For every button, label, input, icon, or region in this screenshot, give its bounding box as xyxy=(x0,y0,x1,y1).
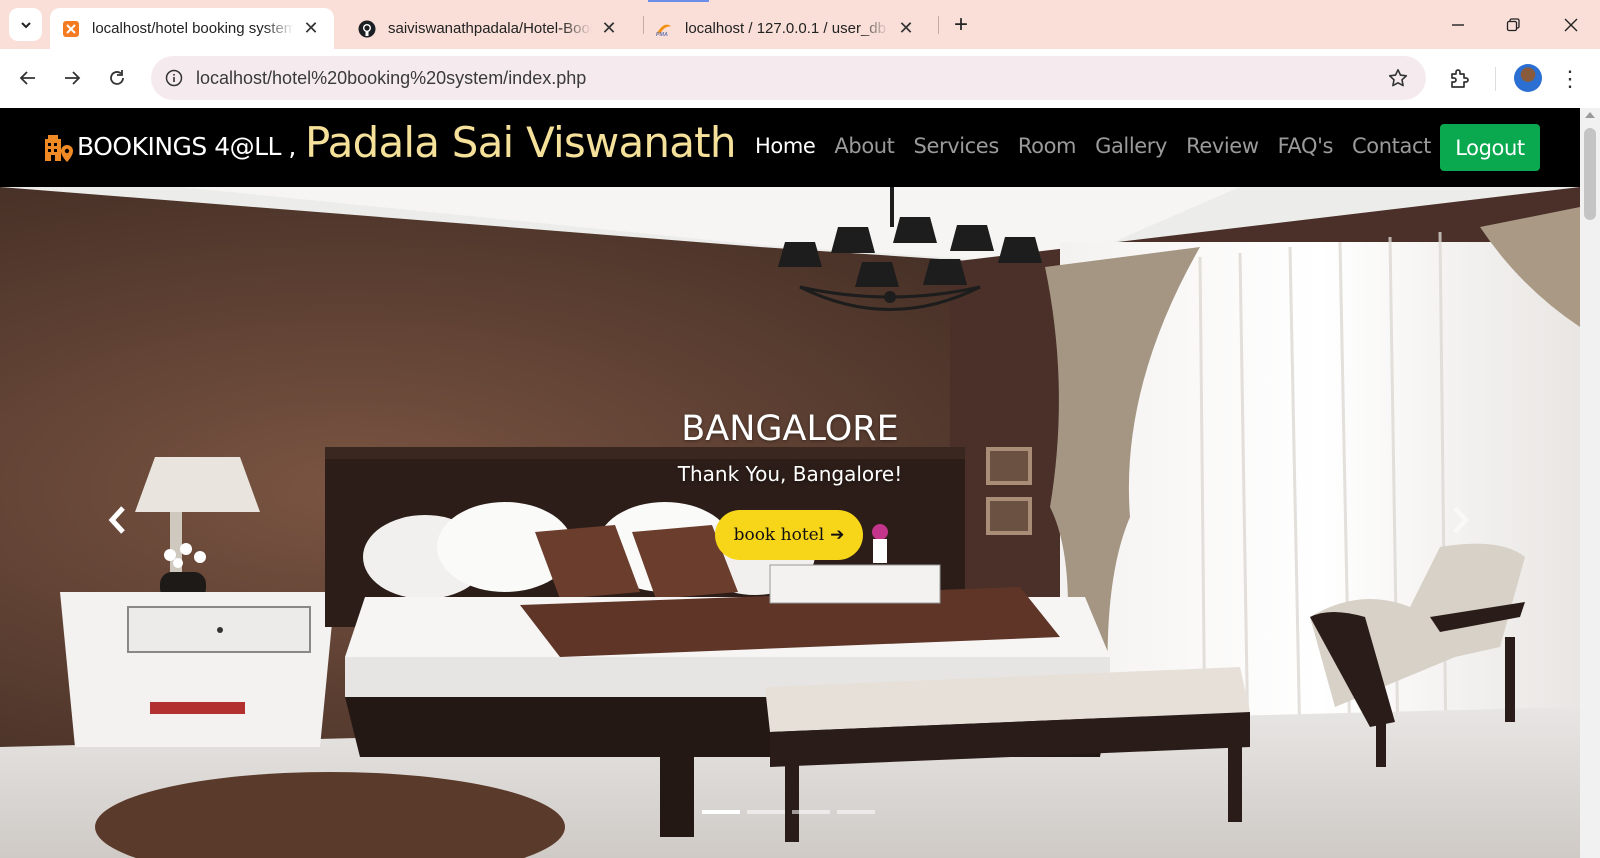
tab-separator xyxy=(938,16,939,34)
tab-title: localhost/hotel booking system xyxy=(92,20,294,37)
tab-phpmyadmin[interactable]: PMA localhost / 127.0.0.1 / user_db / ✕ xyxy=(643,8,929,49)
arrow-right-icon: ➔ xyxy=(830,525,845,545)
site-info-icon[interactable] xyxy=(163,67,185,89)
browser-toolbar: localhost/hotel%20booking%20system/index… xyxy=(0,49,1600,108)
reload-button[interactable] xyxy=(101,62,133,94)
address-bar[interactable]: localhost/hotel%20booking%20system/index… xyxy=(151,56,1426,100)
tab-title: localhost / 127.0.0.1 / user_db / xyxy=(685,20,889,37)
phpmyadmin-icon: PMA xyxy=(655,20,673,38)
page-viewport: BOOKINGS 4@LL , Padala Sai Viswanath Hom… xyxy=(0,108,1580,858)
extensions-puzzle-icon[interactable] xyxy=(1445,65,1473,93)
nav-link-about[interactable]: About xyxy=(834,134,894,158)
slide-title: BANGALORE xyxy=(681,409,899,449)
site-navbar: BOOKINGS 4@LL , Padala Sai Viswanath Hom… xyxy=(0,108,1580,187)
tab-title: saiviswanathpadala/Hotel-Book xyxy=(388,20,592,37)
restore-icon xyxy=(1506,18,1520,32)
carousel-prev-button[interactable] xyxy=(98,500,138,540)
minimize-icon xyxy=(1452,24,1464,26)
close-tab-icon[interactable]: ✕ xyxy=(895,18,917,40)
carousel-indicator[interactable] xyxy=(702,810,740,814)
tab-search-button[interactable] xyxy=(9,8,42,41)
tab-loading-indicator xyxy=(648,0,709,2)
restore-button[interactable] xyxy=(1498,10,1528,40)
carousel-indicator[interactable] xyxy=(747,810,785,814)
chevron-right-icon xyxy=(1453,506,1469,534)
arrow-left-icon xyxy=(19,71,35,85)
nav-link-services[interactable]: Services xyxy=(914,134,1000,158)
carousel-indicator[interactable] xyxy=(792,810,830,814)
browser-menu-icon[interactable]: ⋮ xyxy=(1559,66,1581,92)
main-nav: Home About Services Room Gallery Review … xyxy=(755,134,1450,158)
profile-avatar[interactable] xyxy=(1514,64,1542,92)
book-hotel-button[interactable]: book hotel ➔ xyxy=(715,510,863,560)
nav-link-gallery[interactable]: Gallery xyxy=(1095,134,1167,158)
close-icon xyxy=(1564,18,1578,32)
close-tab-icon[interactable]: ✕ xyxy=(598,18,620,40)
site-brand[interactable]: BOOKINGS 4@LL , xyxy=(77,132,296,161)
logout-button[interactable]: Logout xyxy=(1440,124,1540,171)
github-icon xyxy=(358,20,376,38)
arrow-right-icon xyxy=(65,71,81,85)
scroll-up-arrow-icon[interactable] xyxy=(1585,112,1595,118)
tab-github[interactable]: saiviswanathpadala/Hotel-Book ✕ xyxy=(346,8,632,49)
chevron-left-icon xyxy=(108,506,125,534)
bookmark-star-icon[interactable] xyxy=(1386,66,1410,90)
carousel-indicator[interactable] xyxy=(837,810,875,814)
svg-text:PMA: PMA xyxy=(656,32,668,38)
minimize-button[interactable] xyxy=(1443,10,1473,40)
slide-subtitle: Thank You, Bangalore! xyxy=(677,462,903,486)
address-url[interactable]: localhost/hotel%20booking%20system/index… xyxy=(196,68,586,89)
nav-link-room[interactable]: Room xyxy=(1018,134,1077,158)
browser-tab-bar: localhost/hotel booking system ✕ saivisw… xyxy=(0,0,1600,49)
carousel-next-button[interactable] xyxy=(1440,500,1480,540)
tab-hotel-booking[interactable]: localhost/hotel booking system ✕ xyxy=(50,8,334,49)
close-window-button[interactable] xyxy=(1556,10,1586,40)
xampp-icon xyxy=(62,20,80,38)
nav-link-faqs[interactable]: FAQ's xyxy=(1278,134,1334,158)
forward-button[interactable] xyxy=(56,62,88,94)
book-hotel-label: book hotel xyxy=(733,525,825,545)
nav-link-review[interactable]: Review xyxy=(1186,134,1259,158)
scrollbar-thumb[interactable] xyxy=(1584,128,1596,220)
reload-icon xyxy=(110,70,124,85)
hotel-location-icon xyxy=(45,135,73,162)
carousel-indicators xyxy=(702,810,875,814)
logged-in-user-name: Padala Sai Viswanath xyxy=(305,118,736,167)
nav-link-contact[interactable]: Contact xyxy=(1352,134,1431,158)
new-tab-button[interactable]: + xyxy=(948,11,974,38)
page-scrollbar[interactable] xyxy=(1580,108,1600,858)
close-tab-icon[interactable]: ✕ xyxy=(300,18,322,40)
toolbar-separator xyxy=(1495,67,1496,91)
hero-carousel: BANGALORE Thank You, Bangalore! book hot… xyxy=(0,187,1580,858)
chevron-down-icon xyxy=(20,21,31,28)
back-button[interactable] xyxy=(12,62,44,94)
nav-link-home[interactable]: Home xyxy=(755,134,816,158)
